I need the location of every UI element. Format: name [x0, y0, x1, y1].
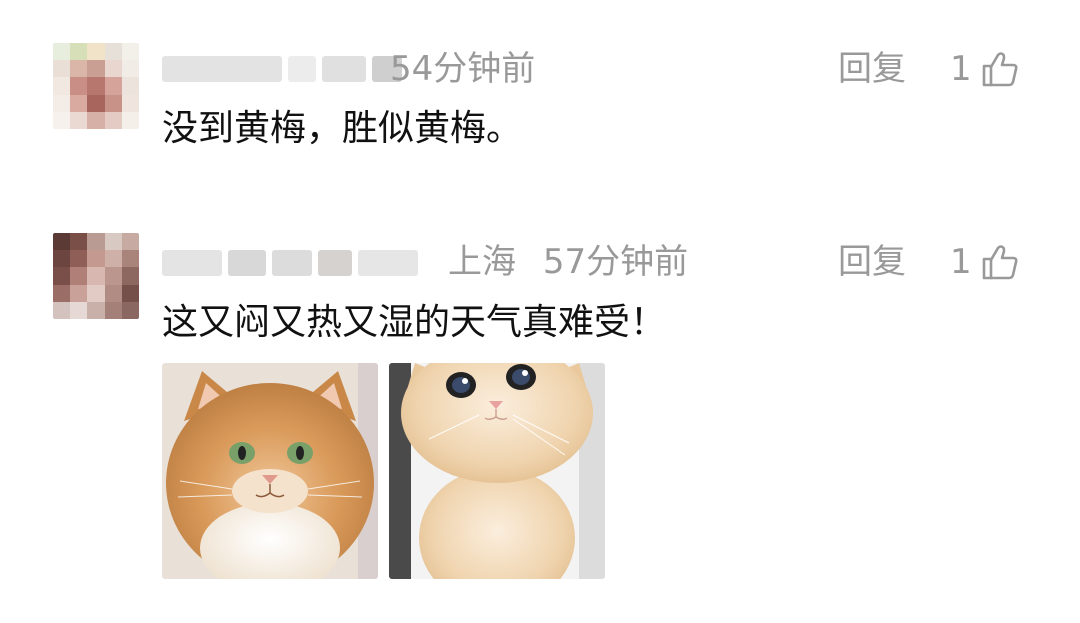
comment-text: 没到黄梅，胜似黄梅。 — [162, 108, 523, 149]
avatar-mosaic-cell — [87, 94, 105, 112]
avatar-mosaic-cell — [121, 284, 139, 302]
avatar-mosaic-cell — [121, 94, 139, 112]
avatar-mosaic-cell — [121, 43, 139, 61]
avatar-mosaic-cell — [104, 94, 122, 112]
avatar-mosaic-cell — [53, 111, 71, 129]
avatar-mosaic-cell — [70, 77, 88, 95]
like-count: 1 — [950, 242, 972, 282]
avatar-mosaic-cell — [121, 233, 139, 251]
like-count: 1 — [950, 49, 972, 89]
avatar-mosaic-cell — [70, 111, 88, 129]
avatar-mosaic-cell — [53, 301, 71, 319]
like-button[interactable]: 1 — [950, 242, 1020, 282]
avatar-mosaic-cell — [53, 284, 71, 302]
comment-location: 上海 — [448, 242, 516, 282]
avatar-mosaic-cell — [70, 284, 88, 302]
avatar-mosaic-cell — [70, 233, 88, 251]
avatar-mosaic-cell — [121, 77, 139, 95]
avatar-mosaic-cell — [104, 43, 122, 61]
avatar-mosaic-cell — [87, 284, 105, 302]
avatar-mosaic-cell — [87, 77, 105, 95]
avatar-mosaic-cell — [104, 111, 122, 129]
avatar-mosaic-cell — [70, 60, 88, 78]
avatar-mosaic-cell — [121, 267, 139, 285]
comment-image-orange-tabby-cat[interactable] — [162, 363, 378, 579]
comment-meta: 上海 57分钟前 — [448, 242, 688, 282]
avatar-mosaic-cell — [70, 301, 88, 319]
avatar-mosaic-cell — [53, 267, 71, 285]
avatar[interactable] — [53, 43, 139, 129]
avatar-mosaic-cell — [121, 111, 139, 129]
comment-time: 57分钟前 — [542, 242, 689, 282]
avatar-mosaic-cell — [104, 77, 122, 95]
comment-text: 这又闷又热又湿的天气真难受！ — [162, 302, 667, 343]
avatar-mosaic-cell — [53, 250, 71, 268]
avatar-mosaic-cell — [53, 60, 71, 78]
avatar-mosaic-cell — [87, 267, 105, 285]
like-button[interactable]: 1 — [950, 49, 1020, 89]
avatar-mosaic-cell — [104, 233, 122, 251]
avatar[interactable] — [53, 233, 139, 319]
cream-kitten-photo — [389, 363, 605, 579]
username-obscured[interactable] — [162, 246, 418, 280]
avatar-mosaic-cell — [104, 284, 122, 302]
avatar-mosaic-cell — [121, 60, 139, 78]
reply-button[interactable]: 回复 — [838, 49, 906, 89]
thumbs-up-icon — [982, 245, 1018, 280]
comment-meta: 54分钟前 — [390, 49, 535, 89]
avatar-mosaic-cell — [104, 301, 122, 319]
avatar-mosaic-cell — [70, 43, 88, 61]
username-obscured[interactable] — [162, 52, 402, 86]
avatar-mosaic-cell — [121, 301, 139, 319]
avatar-mosaic-cell — [53, 233, 71, 251]
avatar-mosaic-cell — [87, 60, 105, 78]
avatar-mosaic-cell — [87, 233, 105, 251]
avatar-mosaic-cell — [70, 267, 88, 285]
avatar-mosaic-cell — [104, 60, 122, 78]
reply-button[interactable]: 回复 — [838, 242, 906, 282]
avatar-mosaic-cell — [87, 43, 105, 61]
avatar-mosaic-cell — [121, 250, 139, 268]
avatar-mosaic-cell — [104, 267, 122, 285]
thumbs-up-icon — [982, 52, 1018, 87]
avatar-mosaic-cell — [87, 250, 105, 268]
avatar-mosaic-cell — [87, 111, 105, 129]
orange-tabby-cat-photo — [162, 363, 378, 579]
avatar-mosaic-cell — [70, 250, 88, 268]
avatar-mosaic-cell — [70, 94, 88, 112]
avatar-mosaic-cell — [87, 301, 105, 319]
avatar-mosaic-cell — [104, 250, 122, 268]
avatar-mosaic-cell — [53, 77, 71, 95]
comment-image-cream-kitten[interactable] — [389, 363, 605, 579]
avatar-mosaic-cell — [53, 94, 71, 112]
comment-time: 54分钟前 — [390, 49, 536, 89]
avatar-mosaic-cell — [53, 43, 71, 61]
